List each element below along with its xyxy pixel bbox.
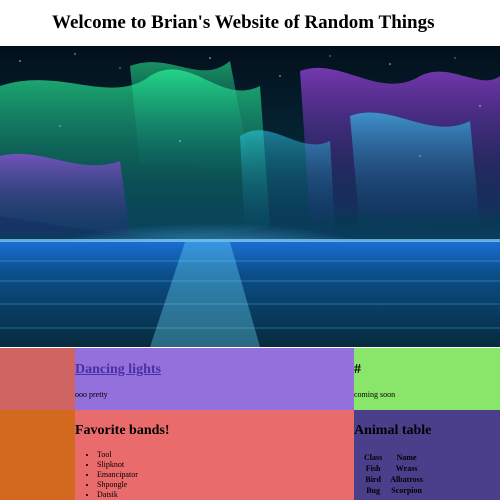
animal-table-heading: Animal table [354,423,432,438]
table-cell: Scorpion [391,486,422,495]
dancing-lights-text: ooo pretty [75,390,108,399]
list-item: Emancipator [97,470,138,480]
list-item: Datsik [97,490,138,500]
favorite-bands-heading: Favorite bands! [75,423,170,438]
dancing-lights-card: Dancing lights ooo pretty [75,348,354,410]
aurora-illustration [0,46,500,347]
table-header-name: Name [396,453,417,462]
coming-soon-card: # coming soon [354,348,500,410]
page-title: Welcome to Brian's Website of Random Thi… [52,12,435,33]
grid-cell-left-bottom [0,410,75,500]
table-cell: Wrass [395,464,418,473]
list-item: Slipknot [97,460,138,470]
list-item: Tool [97,450,138,460]
table-cell: Bird [365,475,381,484]
list-item: Shpongle [97,480,138,490]
site-header: Welcome to Brian's Website of Random Thi… [0,0,500,46]
table-cell: Albatross [390,475,423,484]
favorite-bands-card: Favorite bands! Tool Slipknot Emancipato… [75,410,354,500]
grid-cell-left-top [0,348,75,410]
coming-soon-text: coming soon [354,390,396,399]
table-header-row: Class Name [360,452,427,463]
animal-table-card: Animal table Class Name Fish Wrass Bird … [354,410,500,500]
animal-table: Class Name Fish Wrass Bird Albatross Bug… [360,452,427,496]
aurora-image [0,46,500,347]
table-cell: Bug [366,486,381,495]
bands-list: Tool Slipknot Emancipator Shpongle Datsi… [75,450,138,500]
table-row: Bug Scorpion [360,485,427,496]
table-row: Fish Wrass [360,463,427,474]
table-header-class: Class [364,453,383,462]
hash-heading: # [354,362,361,377]
dancing-lights-heading: Dancing lights [75,362,161,378]
table-row: Bird Albatross [360,474,427,485]
dancing-lights-link[interactable]: Dancing lights [75,362,161,377]
table-cell: Fish [365,464,381,473]
